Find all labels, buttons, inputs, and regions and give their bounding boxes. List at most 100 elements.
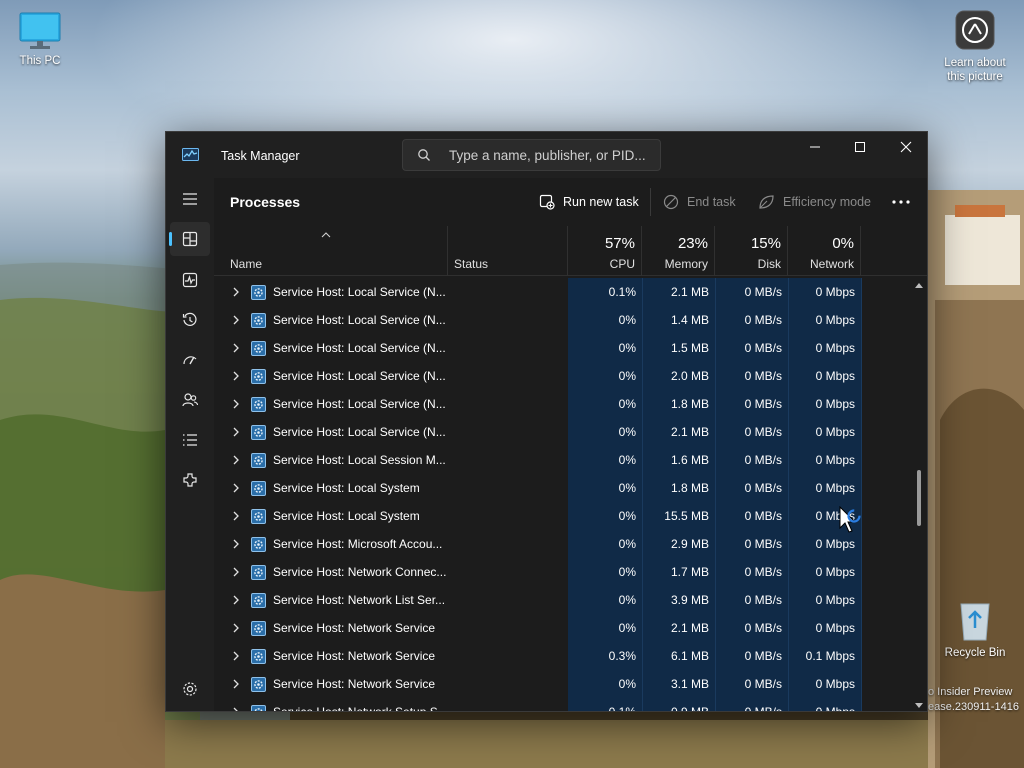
expand-chevron-icon[interactable] xyxy=(232,454,240,466)
nav-users[interactable] xyxy=(170,383,210,417)
process-memory-value: 1.7 MB xyxy=(670,565,709,579)
process-row[interactable]: Service Host: Local System 0% 1.8 MB 0 MB/s… xyxy=(214,474,909,502)
process-row[interactable]: Service Host: Local Service (N... 0% 2.1 M… xyxy=(214,418,909,446)
details-icon xyxy=(183,434,197,446)
process-row[interactable]: Service Host: Network List Ser... 0% 3.9 M… xyxy=(214,586,909,614)
monitor-icon xyxy=(19,12,61,49)
expand-chevron-icon[interactable] xyxy=(232,482,240,494)
efficiency-mode-button[interactable]: Efficiency mode xyxy=(758,190,871,214)
maximize-button[interactable] xyxy=(837,132,883,162)
service-host-icon xyxy=(251,621,266,636)
process-disk-value: 0 MB/s xyxy=(744,453,782,467)
title-bar[interactable]: Task Manager Type a name, publisher, or … xyxy=(166,132,927,178)
process-memory-value: 2.1 MB xyxy=(670,621,709,635)
app-history-icon xyxy=(182,312,197,326)
service-host-icon xyxy=(251,509,266,524)
process-network-value: 0 Mbps xyxy=(815,313,855,327)
expand-chevron-icon[interactable] xyxy=(232,342,240,354)
nav-processes[interactable] xyxy=(169,222,210,256)
scrollbar-thumb[interactable] xyxy=(917,470,921,526)
maximize-icon xyxy=(855,142,865,152)
process-row[interactable]: Service Host: Network Setup S... 0.1% 0.9 … xyxy=(214,698,909,712)
process-memory-value: 1.5 MB xyxy=(670,341,709,355)
name-column-header[interactable]: Name xyxy=(214,226,448,276)
expand-chevron-icon[interactable] xyxy=(232,594,240,606)
process-cpu-value: 0% xyxy=(618,453,636,467)
process-row[interactable]: Service Host: Network Service 0% 3.1 MB 0 M… xyxy=(214,670,909,698)
process-row[interactable]: Service Host: Local Service (N... 0% 1.5 M… xyxy=(214,334,909,362)
process-row[interactable]: Service Host: Network Service 0.3% 6.1 MB 0… xyxy=(214,642,909,670)
expand-chevron-icon[interactable] xyxy=(232,398,240,410)
cpu-column-header[interactable]: 57% CPU xyxy=(568,226,642,276)
expand-chevron-icon[interactable] xyxy=(232,314,240,326)
process-row[interactable]: Service Host: Local Service (N... 0% 1.8 M… xyxy=(214,390,909,418)
close-button[interactable] xyxy=(883,132,927,162)
process-name: Service Host: Local Service (N... xyxy=(273,313,446,327)
process-disk-value: 0 MB/s xyxy=(744,705,782,712)
this-pc-shortcut[interactable]: This PC xyxy=(10,12,70,68)
process-row[interactable]: Service Host: Local Service (N... 0.1% 2.1… xyxy=(214,278,909,306)
nav-startup-apps[interactable] xyxy=(170,343,210,377)
process-memory-value: 3.9 MB xyxy=(670,593,709,607)
scroll-up-icon xyxy=(915,283,923,288)
network-column-header[interactable]: 0% Network xyxy=(788,226,861,276)
process-row[interactable]: Service Host: Network Connec... 0% 1.7 MB 0… xyxy=(214,558,909,586)
end-task-button[interactable]: End task xyxy=(663,190,736,214)
learn-about-label-1: Learn about xyxy=(944,57,1006,69)
process-row[interactable]: Service Host: Local Service (N... 0% 1.4 M… xyxy=(214,306,909,334)
run-new-task-button[interactable]: Run new task xyxy=(539,190,639,214)
process-cpu-value: 0% xyxy=(618,397,636,411)
expand-chevron-icon[interactable] xyxy=(232,538,240,550)
nav-app-history[interactable] xyxy=(170,303,210,337)
search-box[interactable]: Type a name, publisher, or PID... xyxy=(402,139,661,171)
vertical-scrollbar[interactable] xyxy=(911,278,927,711)
learn-about-picture-shortcut[interactable]: Learn about this picture xyxy=(938,10,1012,84)
users-icon xyxy=(182,393,198,407)
gear-icon xyxy=(183,682,197,696)
process-name: Service Host: Local System xyxy=(273,481,420,495)
process-row[interactable]: Service Host: Local Service (N... 0% 2.0 M… xyxy=(214,362,909,390)
expand-chevron-icon[interactable] xyxy=(232,622,240,634)
expand-chevron-icon[interactable] xyxy=(232,426,240,438)
scroll-down-icon xyxy=(915,703,923,708)
expand-chevron-icon[interactable] xyxy=(232,678,240,690)
nav-details[interactable] xyxy=(170,423,210,457)
nav-settings[interactable] xyxy=(170,672,210,706)
process-row[interactable]: Service Host: Microsoft Accou... 0% 2.9 MB… xyxy=(214,530,909,558)
disk-column-label: Disk xyxy=(757,257,781,271)
recycle-bin-label: Recycle Bin xyxy=(944,647,1006,659)
recycle-bin-shortcut[interactable]: Recycle Bin xyxy=(940,598,1010,660)
process-network-value: 0 Mbps xyxy=(815,537,855,551)
nav-services[interactable] xyxy=(170,463,210,497)
minimize-button[interactable] xyxy=(792,132,838,162)
process-row[interactable]: Service Host: Local System 0% 15.5 MB 0 MB/… xyxy=(214,502,909,530)
hamburger-menu-button[interactable] xyxy=(170,182,210,216)
process-row[interactable]: Service Host: Local Session M... 0% 1.6 MB… xyxy=(214,446,909,474)
process-disk-value: 0 MB/s xyxy=(744,509,782,523)
process-memory-value: 1.6 MB xyxy=(670,453,709,467)
service-host-icon xyxy=(251,593,266,608)
service-host-icon xyxy=(251,705,266,711)
more-options-button[interactable] xyxy=(892,190,910,214)
process-name: Service Host: Network Service xyxy=(273,621,436,635)
cpu-column-label: CPU xyxy=(609,257,635,271)
column-header: Name Status 57% CPU 23% Memory 15% Disk … xyxy=(214,226,927,276)
process-row[interactable]: Service Host: Network Service 0% 2.1 MB 0 M… xyxy=(214,614,909,642)
search-icon xyxy=(418,149,430,161)
disk-column-header[interactable]: 15% Disk xyxy=(715,226,788,276)
process-memory-value: 1.8 MB xyxy=(670,397,709,411)
process-name: Service Host: Network Service xyxy=(273,677,436,691)
status-column-header[interactable]: Status xyxy=(448,226,568,276)
process-network-value: 0.1 Mbps xyxy=(805,649,855,663)
memory-total: 23% xyxy=(677,235,708,252)
expand-chevron-icon[interactable] xyxy=(232,706,240,712)
task-manager-app-icon xyxy=(182,148,199,161)
expand-chevron-icon[interactable] xyxy=(232,370,240,382)
expand-chevron-icon[interactable] xyxy=(232,286,240,298)
expand-chevron-icon[interactable] xyxy=(232,510,240,522)
nav-performance[interactable] xyxy=(170,263,210,297)
process-cpu-value: 0% xyxy=(618,341,636,355)
expand-chevron-icon[interactable] xyxy=(232,650,240,662)
expand-chevron-icon[interactable] xyxy=(232,566,240,578)
memory-column-header[interactable]: 23% Memory xyxy=(642,226,715,276)
